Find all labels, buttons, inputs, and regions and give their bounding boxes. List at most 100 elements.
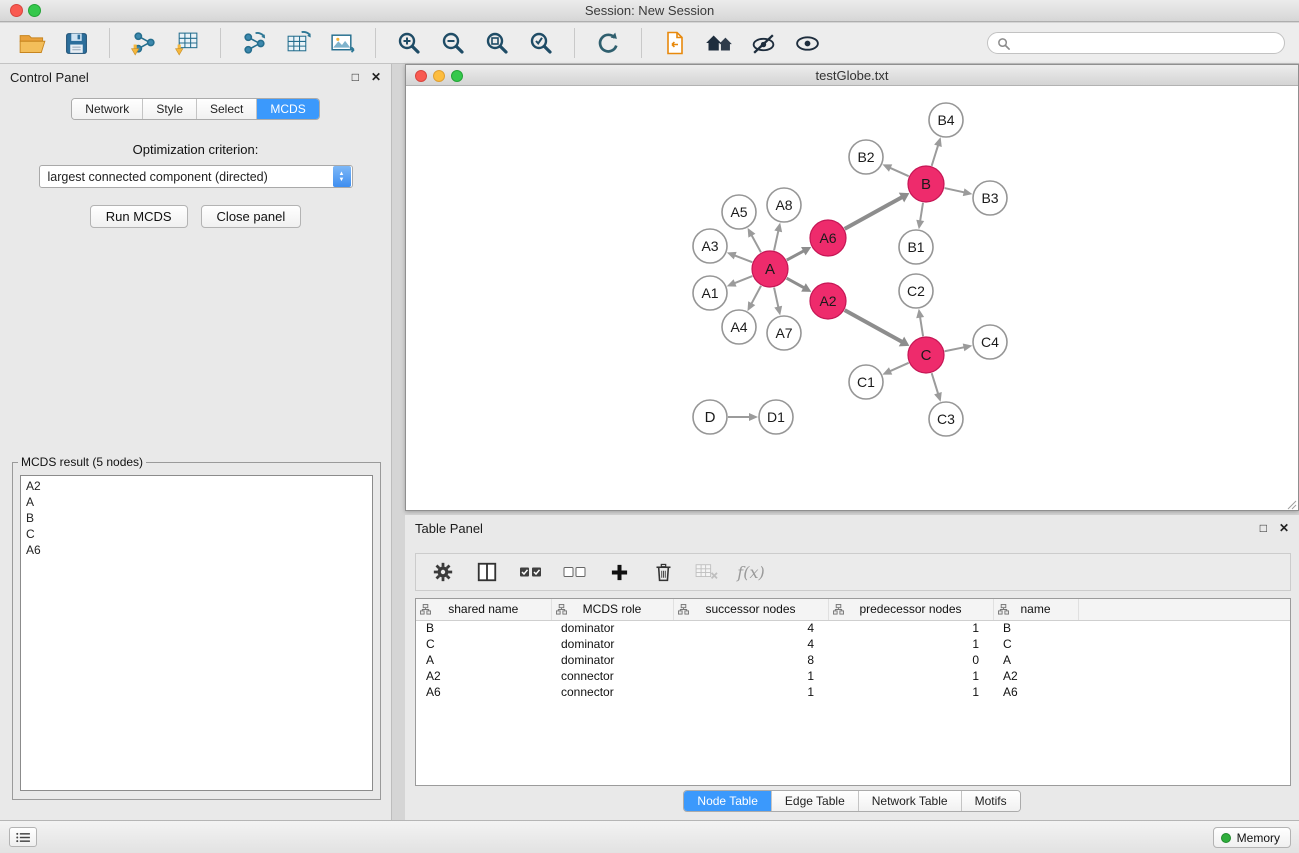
table-cell[interactable]: A [993,652,1078,668]
column-header[interactable]: successor nodes [673,599,828,620]
graph-node-A6[interactable]: A6 [810,220,846,256]
table-cell[interactable]: B [993,620,1078,636]
task-history-button[interactable] [9,827,37,847]
table-row[interactable]: Bdominator41B [416,620,1290,636]
optimization-select[interactable]: largest connected component (directed) ▲… [39,165,353,188]
memory-button[interactable]: Memory [1213,827,1291,848]
graph-edge-A-A7[interactable] [774,288,778,308]
graph-edge-A2-C[interactable] [845,310,903,342]
graph-node-A[interactable]: A [752,251,788,287]
table-cell[interactable]: 1 [673,684,828,700]
float-panel-icon[interactable]: □ [352,70,359,84]
graph-edge-C-C2[interactable] [920,317,923,337]
graph-edge-A-A2[interactable] [787,278,805,288]
tab-style[interactable]: Style [142,99,196,119]
graph-edge-A-A4[interactable] [751,286,761,304]
table-cell[interactable]: 0 [828,652,993,668]
function-builder-button[interactable]: f(x) [738,559,764,585]
tab-network-table[interactable]: Network Table [858,791,961,811]
graph-edge-A-A6[interactable] [787,251,804,260]
tab-select[interactable]: Select [196,99,256,119]
close-window-icon[interactable] [10,4,23,17]
network-svg[interactable]: B4B2BB3A5A8A6B1A3AC2A1A2A4A7C4CC1C3DD1 [406,87,1298,510]
hide-details-button[interactable] [745,27,781,59]
graph-edge-B-B3[interactable] [945,188,965,192]
graph-node-A2[interactable]: A2 [810,283,846,319]
import-network-button[interactable] [125,27,161,59]
graph-node-B4[interactable]: B4 [929,103,963,137]
graph-edge-C-C4[interactable] [945,347,965,351]
column-header[interactable]: MCDS role [551,599,673,620]
tab-network[interactable]: Network [72,99,142,119]
network-canvas[interactable]: B4B2BB3A5A8A6B1A3AC2A1A2A4A7C4CC1C3DD1 [406,87,1298,510]
table-row[interactable]: Cdominator41C [416,636,1290,652]
tab-edge-table[interactable]: Edge Table [771,791,858,811]
zoom-selected-button[interactable] [523,27,559,59]
resize-grip-icon[interactable] [1285,497,1297,509]
table-cell[interactable]: 1 [828,684,993,700]
tab-node-table[interactable]: Node Table [684,791,771,811]
result-item[interactable]: B [21,510,372,526]
graph-node-A5[interactable]: A5 [722,195,756,229]
table-cell[interactable]: connector [551,684,673,700]
graph-node-C[interactable]: C [908,337,944,373]
graph-edge-B-B2[interactable] [890,168,909,177]
table-settings-button[interactable] [430,559,456,585]
graph-edge-B-B1[interactable] [920,203,923,222]
table-cell[interactable]: dominator [551,620,673,636]
graph-edge-A-A5[interactable] [751,235,761,252]
tab-motifs[interactable]: Motifs [961,791,1020,811]
column-header[interactable]: shared name [416,599,551,620]
column-header[interactable]: predecessor nodes [828,599,993,620]
graph-node-C1[interactable]: C1 [849,365,883,399]
open-recent-file-button[interactable] [657,27,693,59]
result-item[interactable]: A2 [21,478,372,494]
table-cell[interactable]: C [416,636,551,652]
graph-node-C3[interactable]: C3 [929,402,963,436]
search-box[interactable] [987,32,1285,54]
zoom-in-button[interactable] [391,27,427,59]
table-cell[interactable]: 1 [828,620,993,636]
graph-node-C4[interactable]: C4 [973,325,1007,359]
close-panel-icon[interactable]: ✕ [1279,521,1289,535]
run-mcds-button[interactable]: Run MCDS [90,205,188,228]
search-input[interactable] [1015,36,1275,50]
show-details-button[interactable] [789,27,825,59]
result-item[interactable]: C [21,526,372,542]
zoom-fit-button[interactable] [479,27,515,59]
table-cell[interactable]: 8 [673,652,828,668]
import-table-button[interactable] [169,27,205,59]
table-row[interactable]: A2connector11A2 [416,668,1290,684]
table-cell[interactable]: A [416,652,551,668]
graph-node-D[interactable]: D [693,400,727,434]
table-cell[interactable]: 4 [673,620,828,636]
zoom-window-icon[interactable] [28,4,41,17]
table-cell[interactable]: 1 [828,636,993,652]
zoom-out-button[interactable] [435,27,471,59]
table-cell[interactable]: A2 [993,668,1078,684]
table-cell[interactable]: dominator [551,636,673,652]
graph-node-B3[interactable]: B3 [973,181,1007,215]
delete-table-button[interactable] [694,559,720,585]
graph-edge-A6-B[interactable] [845,197,903,229]
graph-node-A1[interactable]: A1 [693,276,727,310]
graph-node-C2[interactable]: C2 [899,274,933,308]
graph-node-A8[interactable]: A8 [767,188,801,222]
graph-edge-C-C1[interactable] [890,363,909,372]
node-table[interactable]: shared nameMCDS rolesuccessor nodesprede… [415,598,1291,786]
table-database-button[interactable] [280,27,316,59]
deselect-all-button[interactable] [562,559,588,585]
graph-node-B[interactable]: B [908,166,944,202]
create-column-button[interactable] [606,559,632,585]
graph-node-B1[interactable]: B1 [899,230,933,264]
float-panel-icon[interactable]: □ [1260,521,1267,535]
table-cell[interactable]: A6 [993,684,1078,700]
graph-node-A3[interactable]: A3 [693,229,727,263]
graph-edge-A-A3[interactable] [734,255,752,262]
close-window-icon[interactable] [415,70,427,82]
table-cell[interactable]: C [993,636,1078,652]
graph-node-D1[interactable]: D1 [759,400,793,434]
mcds-result-list[interactable]: A2ABCA6 [20,475,373,791]
graph-edge-A-A8[interactable] [774,230,778,250]
table-cell[interactable]: A6 [416,684,551,700]
